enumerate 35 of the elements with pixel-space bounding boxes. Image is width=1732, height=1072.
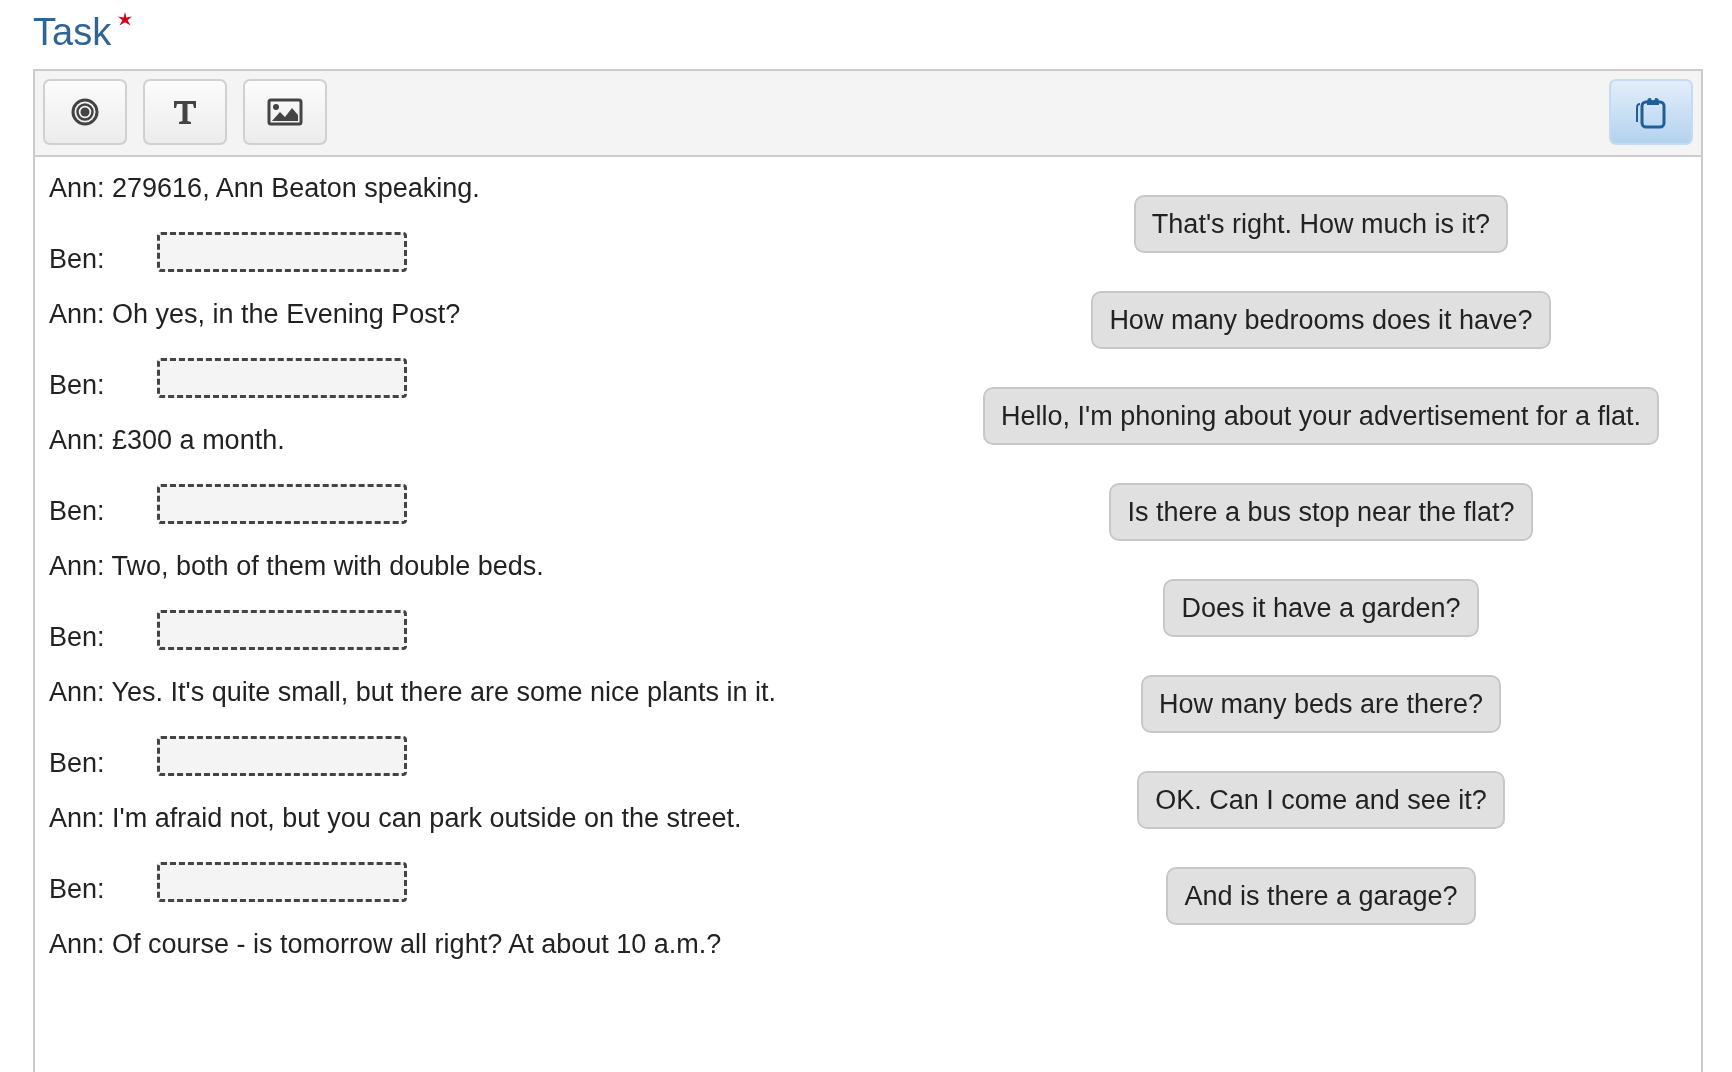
dialogue-line: Ann: 279616, Ann Beaton speaking. xyxy=(49,172,480,205)
speaker-label: Ben: xyxy=(49,243,106,275)
answer-drop-zone[interactable] xyxy=(157,735,407,776)
dialogue-line: Ann: £300 a month. xyxy=(49,424,285,457)
answer-tile[interactable]: That's right. How much is it? xyxy=(1133,195,1509,253)
clipboard-button[interactable] xyxy=(1609,79,1693,145)
speaker-label: Ben: xyxy=(49,873,106,905)
task-title: Task xyxy=(33,10,112,55)
text-tool-button[interactable] xyxy=(143,79,227,145)
dialogue-line: Ann: Of course - is tomorrow all right? At about 10 a.m.? xyxy=(49,928,722,961)
dialogue-line: Ann: Oh yes, in the Evening Post? xyxy=(49,298,461,331)
answer-tile[interactable]: OK. Can I come and see it? xyxy=(1137,771,1505,829)
speaker-label: Ben: xyxy=(49,747,106,779)
answer-tile[interactable]: How many beds are there? xyxy=(1140,675,1502,733)
image-tool-button[interactable] xyxy=(243,79,327,145)
dialogue-line: Ann: I'm afraid not, but you can park outside on the street. xyxy=(49,802,742,835)
answer-tile[interactable]: And is there a garage? xyxy=(1166,867,1476,925)
target-tool-button[interactable] xyxy=(43,79,127,145)
dialogue-line: Ann: Yes. It's quite small, but there are some nice plants in it. xyxy=(49,676,777,709)
answer-drop-zone[interactable] xyxy=(157,861,407,902)
answer-tile[interactable]: Does it have a garden? xyxy=(1163,579,1479,637)
speaker-label: Ben: xyxy=(49,495,106,527)
answer-drop-zone[interactable] xyxy=(157,609,407,650)
image-icon xyxy=(267,98,303,126)
answer-tile[interactable]: Hello, I'm phoning about your advertisement for a flat. xyxy=(983,387,1659,445)
speaker-label: Ben: xyxy=(49,369,106,401)
answer-drop-zone[interactable] xyxy=(157,357,407,398)
answer-drop-zone[interactable] xyxy=(157,231,407,272)
target-icon xyxy=(71,98,99,126)
speaker-label: Ben: xyxy=(49,621,106,653)
dialogue-line: Ann: Two, both of them with double beds. xyxy=(49,550,544,583)
answer-tile[interactable]: How many bedrooms does it have? xyxy=(1091,291,1551,349)
answer-drop-zone[interactable] xyxy=(157,483,407,524)
letter-t-icon xyxy=(171,98,199,126)
answer-tile[interactable]: Is there a bus stop near the flat? xyxy=(1109,483,1533,541)
